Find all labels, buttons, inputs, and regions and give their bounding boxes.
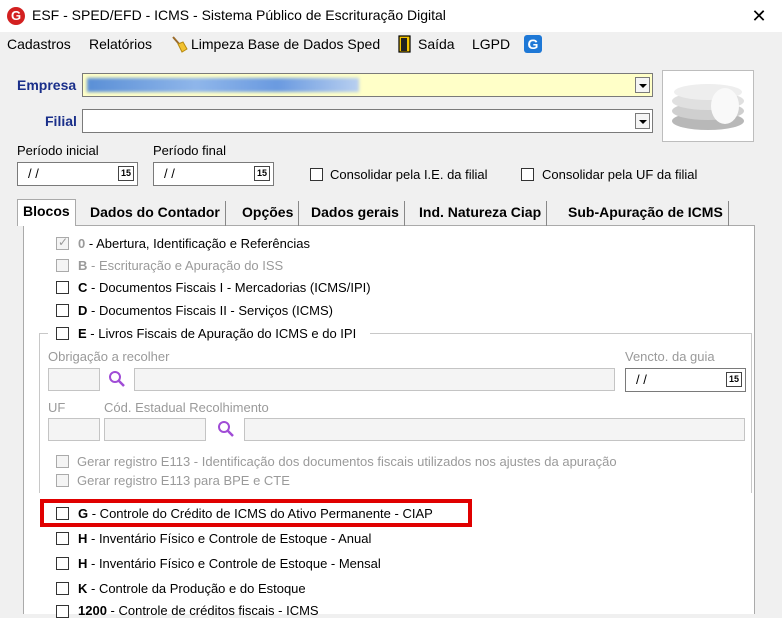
calendar-icon[interactable]: 15	[254, 166, 270, 181]
consolidar-uf-checkbox[interactable]	[521, 168, 534, 181]
menu-saida[interactable]: Saída	[418, 36, 455, 52]
bloco-h-anual-label: H - Inventário Físico e Controle de Esto…	[78, 531, 372, 546]
consolidar-uf-label: Consolidar pela UF da filial	[542, 167, 698, 182]
vencto-label: Vencto. da guia	[625, 349, 715, 364]
e113-label: Gerar registro E113 - Identificação dos …	[77, 454, 617, 469]
broom-icon[interactable]	[170, 35, 188, 53]
bloco-0-checkbox[interactable]	[56, 235, 69, 250]
e113-checkbox[interactable]	[56, 455, 69, 468]
search-icon[interactable]	[217, 420, 235, 438]
periodo-final-label: Período final	[153, 143, 226, 158]
highlight-box	[40, 499, 472, 527]
bloco-e-label: E - Livros Fiscais de Apuração do ICMS e…	[78, 326, 357, 341]
bloco-0-label: 0 - Abertura, Identificação e Referência…	[78, 236, 310, 251]
chevron-down-icon[interactable]	[635, 77, 650, 93]
bloco-c-label: C - Documentos Fiscais I - Mercadorias (…	[78, 280, 371, 295]
bloco-h-mensal-label: H - Inventário Físico e Controle de Esto…	[78, 556, 381, 571]
bloco-1200-checkbox[interactable]	[56, 605, 69, 618]
bloco-e-checkbox[interactable]	[56, 327, 69, 340]
menu-cadastros[interactable]: Cadastros	[7, 36, 71, 52]
tab-dados-gerais[interactable]: Dados gerais	[306, 201, 405, 226]
obrigacao-code-field[interactable]	[48, 368, 100, 391]
periodo-inicial-label: Período inicial	[17, 143, 99, 158]
obrigacao-label: Obrigação a recolher	[48, 349, 170, 364]
search-icon[interactable]	[108, 370, 126, 388]
e113-bpe-checkbox[interactable]	[56, 474, 69, 487]
bloco-1200-label: 1200 - Controle de créditos fiscais - IC…	[78, 603, 319, 618]
empresa-select[interactable]	[82, 73, 653, 97]
e113-bpe-label: Gerar registro E113 para BPE e CTE	[77, 473, 290, 488]
empresa-label: Empresa	[17, 77, 77, 93]
consolidar-ie-checkbox[interactable]	[310, 168, 323, 181]
bloco-d-label: D - Documentos Fiscais II - Serviços (IC…	[78, 303, 333, 318]
bloco-b-checkbox[interactable]	[56, 259, 69, 272]
tab-ind-natureza-ciap[interactable]: Ind. Natureza Ciap	[414, 201, 548, 226]
periodo-inicial-value: / /	[28, 166, 39, 181]
bloco-b-label: B - Escrituração e Apuração do ISS	[78, 258, 284, 273]
menu-lgpd[interactable]: LGPD	[472, 36, 510, 52]
calendar-icon[interactable]: 15	[118, 166, 134, 181]
uf-label: UF	[48, 400, 66, 415]
chevron-down-icon[interactable]	[635, 113, 650, 129]
app-logo-icon: G	[7, 7, 25, 25]
bloco-k-label: K - Controle da Produção e do Estoque	[78, 581, 306, 596]
filial-label: Filial	[45, 113, 77, 129]
cod-estadual-desc-field[interactable]	[244, 418, 745, 441]
vencto-field[interactable]: / / 15	[625, 368, 746, 392]
menu-limpeza[interactable]: Limpeza Base de Dados Sped	[191, 36, 380, 52]
calendar-icon[interactable]: 15	[726, 372, 742, 387]
exit-door-icon[interactable]	[398, 35, 414, 53]
cod-estadual-field[interactable]	[104, 418, 206, 441]
bloco-h-mensal-checkbox[interactable]	[56, 557, 69, 570]
periodo-inicial-field[interactable]: / / 15	[17, 162, 138, 186]
tab-opcoes[interactable]: Opções	[237, 201, 300, 226]
vencto-value: / /	[636, 372, 647, 387]
periodo-final-value: / /	[164, 166, 175, 181]
bloco-d-checkbox[interactable]	[56, 304, 69, 317]
bloco-c-checkbox[interactable]	[56, 281, 69, 294]
company-logo	[662, 70, 754, 142]
close-button[interactable]: ✕	[744, 4, 774, 28]
menu-relatorios[interactable]: Relatórios	[89, 36, 152, 52]
tab-dados-contador[interactable]: Dados do Contador	[85, 201, 226, 226]
cod-estadual-label: Cód. Estadual Recolhimento	[104, 400, 269, 415]
bloco-h-anual-checkbox[interactable]	[56, 532, 69, 545]
bloco-k-checkbox[interactable]	[56, 582, 69, 595]
g-app-icon[interactable]: G	[524, 35, 542, 53]
blurred-empresa-name	[87, 78, 359, 92]
window-title: ESF - SPED/EFD - ICMS - Sistema Público …	[32, 7, 446, 23]
tab-sub-apuracao-icms[interactable]: Sub-Apuração de ICMS	[563, 201, 729, 226]
periodo-final-field[interactable]: / / 15	[153, 162, 274, 186]
obrigacao-desc-field[interactable]	[134, 368, 615, 391]
tab-blocos[interactable]: Blocos	[17, 199, 76, 226]
uf-field[interactable]	[48, 418, 100, 441]
filial-select[interactable]	[82, 109, 653, 133]
consolidar-ie-label: Consolidar pela I.E. da filial	[330, 167, 488, 182]
